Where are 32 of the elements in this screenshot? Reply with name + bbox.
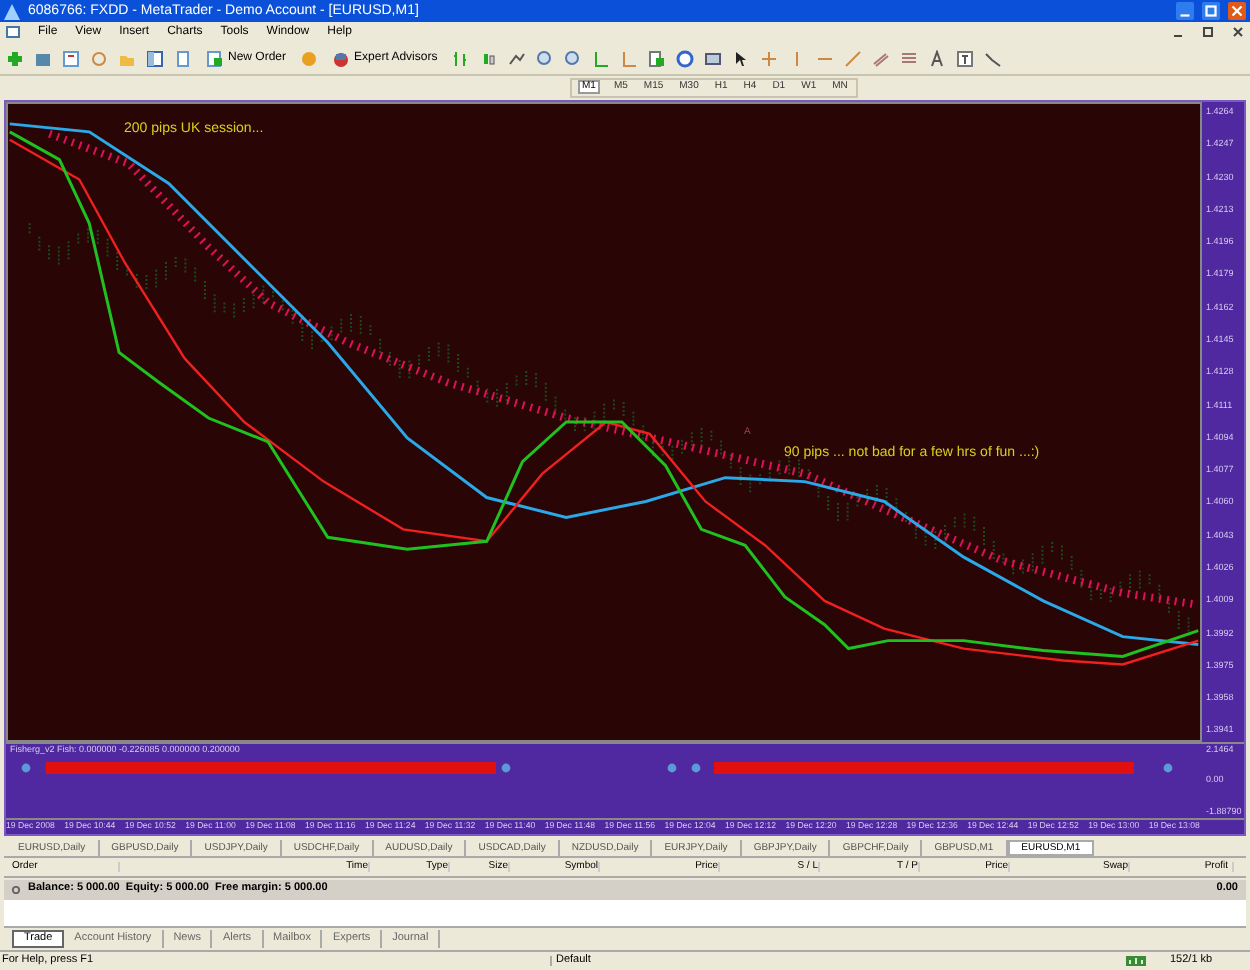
candlestick-icon[interactable] xyxy=(479,49,498,67)
close-button[interactable] xyxy=(1228,2,1246,20)
indicator-dot xyxy=(691,763,701,773)
close-icon[interactable] xyxy=(1232,26,1244,38)
robot-icon[interactable] xyxy=(332,49,351,67)
indicator-dot xyxy=(21,763,31,773)
document-icon[interactable] xyxy=(174,49,192,67)
fibonacci-icon[interactable] xyxy=(899,49,918,67)
window-icon[interactable] xyxy=(146,49,164,67)
indicators-icon[interactable] xyxy=(647,49,666,67)
maximize-button[interactable] xyxy=(1202,2,1220,20)
minimize-button[interactable] xyxy=(1176,2,1194,20)
connection-icon xyxy=(1126,956,1146,966)
label-icon[interactable] xyxy=(955,49,974,67)
document-icon[interactable] xyxy=(6,26,20,38)
status-icon xyxy=(12,886,20,894)
indicator-dot xyxy=(667,763,677,773)
bar-chart-icon[interactable] xyxy=(451,49,470,67)
trendline-icon[interactable] xyxy=(843,49,862,67)
line-chart-icon[interactable] xyxy=(507,49,526,67)
cursor-icon[interactable] xyxy=(731,49,750,67)
add-chart-icon[interactable] xyxy=(6,49,24,67)
order-icon[interactable] xyxy=(206,49,224,67)
text-icon[interactable] xyxy=(927,49,946,67)
channel-icon[interactable] xyxy=(871,49,890,67)
indicator-dot xyxy=(1163,763,1173,773)
maximize-icon xyxy=(1202,2,1220,20)
restore-icon[interactable] xyxy=(1202,26,1214,38)
indicator-dot xyxy=(501,763,511,773)
close-icon xyxy=(1228,2,1246,20)
clock-icon[interactable] xyxy=(675,49,694,67)
market-watch-icon[interactable] xyxy=(62,49,80,67)
